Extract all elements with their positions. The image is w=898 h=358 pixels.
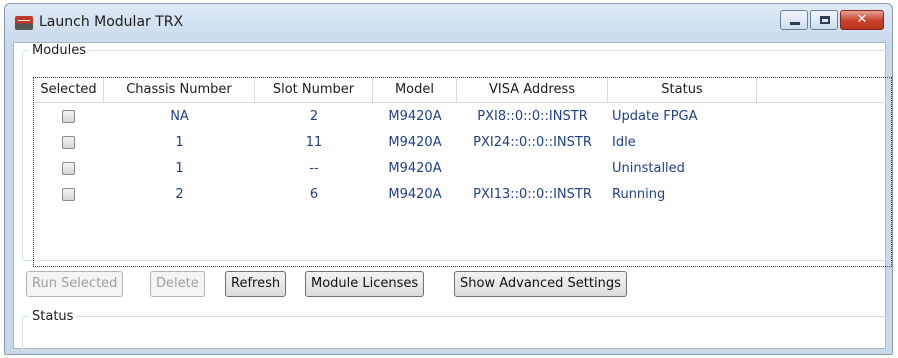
module-licenses-button[interactable]: Module Licenses xyxy=(305,271,425,297)
chassis-number-cell: 2 xyxy=(175,187,184,202)
table-row[interactable]: NA 2 M9420A PXI8::0::0::INSTR Update FPG… xyxy=(34,104,891,130)
modules-legend: Modules xyxy=(32,43,87,58)
close-button[interactable]: ✕ xyxy=(840,10,884,30)
column-header-model[interactable]: Model xyxy=(373,78,457,102)
maximize-button[interactable] xyxy=(810,10,838,30)
row-select-checkbox[interactable] xyxy=(62,136,75,149)
show-advanced-settings-button[interactable]: Show Advanced Settings xyxy=(454,271,627,297)
status-group: Status xyxy=(22,309,887,351)
status-cell: Idle xyxy=(612,135,636,150)
app-icon xyxy=(15,16,33,30)
column-header-slot-number[interactable]: Slot Number xyxy=(255,78,373,102)
chassis-number-cell: 1 xyxy=(175,135,184,150)
table-header: Selected Chassis Number Slot Number Mode… xyxy=(34,78,891,103)
window-title: Launch Modular TRX xyxy=(39,14,184,30)
visa-address-cell: PXI8::0::0::INSTR xyxy=(477,109,588,124)
close-icon: ✕ xyxy=(856,12,868,27)
table-row[interactable]: 2 6 M9420A PXI13::0::0::INSTR Running xyxy=(34,182,891,208)
row-select-checkbox[interactable] xyxy=(62,188,75,201)
slot-number-cell: 2 xyxy=(309,109,319,124)
model-cell: M9420A xyxy=(388,187,442,202)
title-bar[interactable]: Launch Modular TRX ✕ xyxy=(5,4,892,42)
model-cell: M9420A xyxy=(388,161,442,176)
column-header-selected[interactable]: Selected xyxy=(34,78,104,102)
visa-address-cell: PXI24::0::0::INSTR xyxy=(473,135,592,150)
refresh-button[interactable]: Refresh xyxy=(225,271,287,297)
minimize-button[interactable] xyxy=(780,10,808,30)
chassis-number-cell: NA xyxy=(170,109,189,124)
slot-number-cell: -- xyxy=(309,161,319,176)
status-cell: Uninstalled xyxy=(612,161,685,176)
model-cell: M9420A xyxy=(388,135,442,150)
row-select-checkbox[interactable] xyxy=(62,162,75,175)
column-header-status[interactable]: Status xyxy=(608,78,757,102)
visa-address-cell: PXI13::0::0::INSTR xyxy=(473,187,592,202)
status-cell: Update FPGA xyxy=(612,109,698,124)
client-area: Modules Selected Chassis Number Slot Num… xyxy=(13,42,892,351)
modules-group: Modules Selected Chassis Number Slot Num… xyxy=(22,43,892,267)
slot-number-cell: 6 xyxy=(309,187,319,202)
launch-modular-trx-window: Launch Modular TRX ✕ Modules Selected Ch… xyxy=(4,3,893,355)
status-legend: Status xyxy=(32,309,74,324)
maximize-icon xyxy=(820,16,830,24)
modules-table[interactable]: Selected Chassis Number Slot Number Mode… xyxy=(33,77,892,267)
chassis-number-cell: 1 xyxy=(175,161,184,176)
visa-address-cell xyxy=(457,156,608,182)
column-header-visa-address[interactable]: VISA Address xyxy=(457,78,608,102)
status-cell: Running xyxy=(612,187,666,202)
row-select-checkbox[interactable] xyxy=(62,110,75,123)
run-selected-button[interactable]: Run Selected xyxy=(26,271,124,297)
column-header-chassis-number[interactable]: Chassis Number xyxy=(104,78,255,102)
table-row[interactable]: 1 -- M9420A Uninstalled xyxy=(34,156,891,182)
minimize-icon xyxy=(790,22,800,25)
model-cell: M9420A xyxy=(388,109,442,124)
table-row[interactable]: 1 11 M9420A PXI24::0::0::INSTR Idle xyxy=(34,130,891,156)
delete-button[interactable]: Delete xyxy=(150,271,205,297)
slot-number-cell: 11 xyxy=(305,135,323,150)
